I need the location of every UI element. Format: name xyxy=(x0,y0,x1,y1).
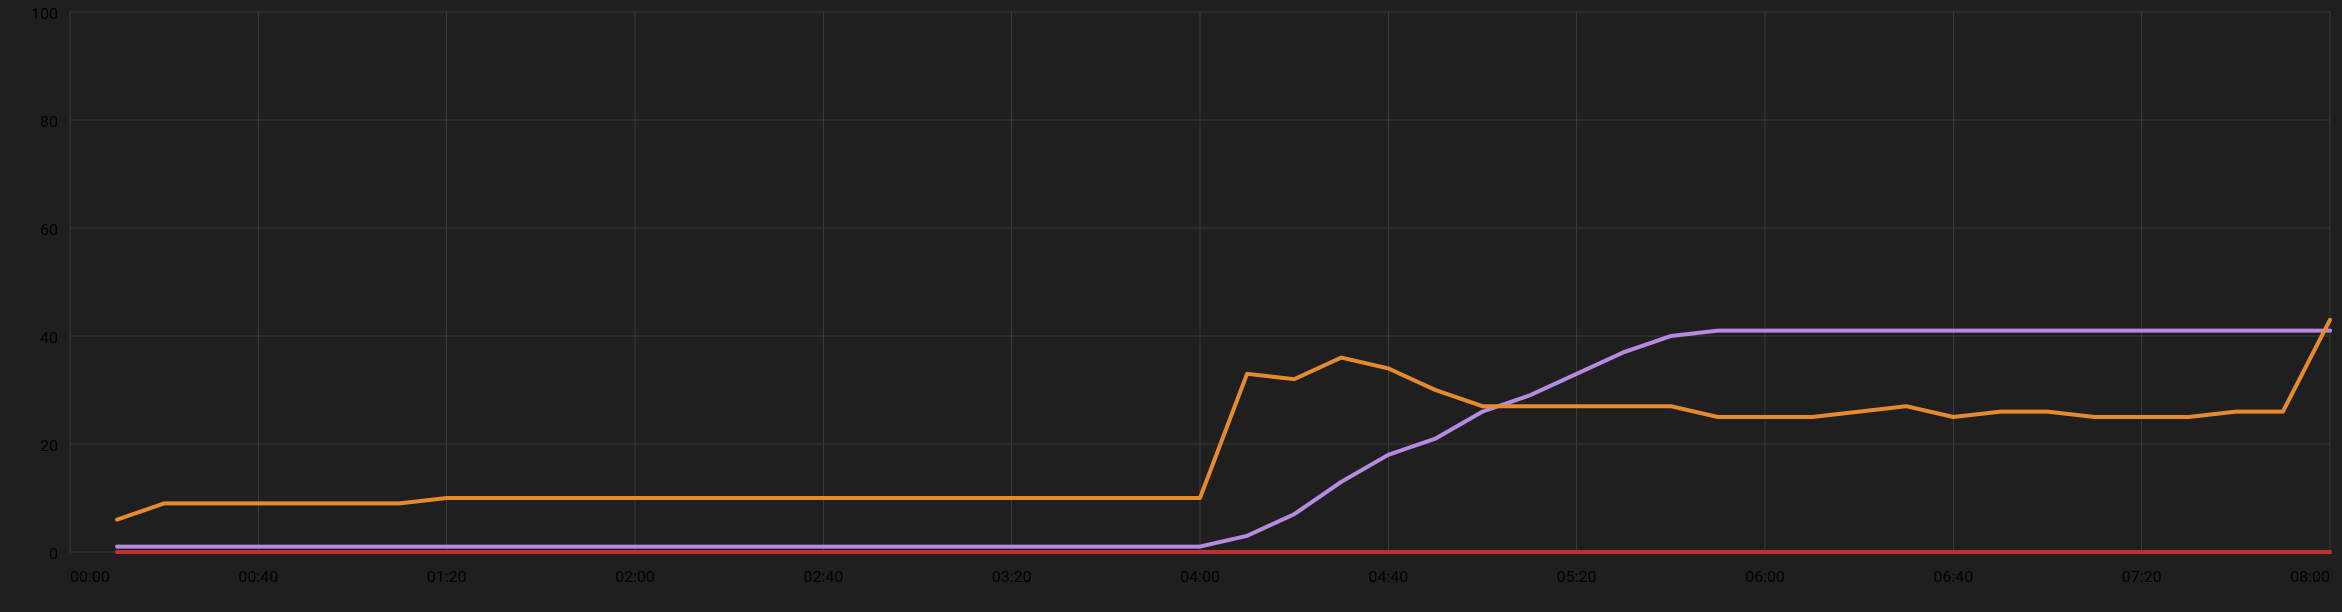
x-tick-label: 04:40 xyxy=(1368,567,1408,586)
y-tick-label: 60 xyxy=(40,220,58,239)
y-axis: 0 20 40 60 80 100 xyxy=(31,4,58,563)
y-tick-label: 40 xyxy=(40,328,58,347)
series-orange xyxy=(117,320,2330,520)
grid xyxy=(70,12,2330,552)
x-tick-label: 02:00 xyxy=(615,567,655,586)
y-tick-label: 80 xyxy=(40,112,58,131)
x-tick-label: 06:40 xyxy=(1933,567,1973,586)
series-group xyxy=(117,320,2330,552)
x-tick-label: 00:40 xyxy=(238,567,278,586)
x-tick-label: 07:20 xyxy=(2122,567,2162,586)
x-tick-label: 03:20 xyxy=(992,567,1032,586)
y-tick-label: 0 xyxy=(49,544,58,563)
x-tick-label: 02:40 xyxy=(803,567,843,586)
line-chart: 0 20 40 60 80 100 00:00 00:40 01:20 02:00 02:40 03… xyxy=(0,0,2342,612)
y-tick-label: 100 xyxy=(31,4,58,23)
x-tick-label: 01:20 xyxy=(427,567,467,586)
x-tick-label: 08:00 xyxy=(2290,567,2330,586)
x-tick-label: 06:00 xyxy=(1745,567,1785,586)
x-tick-label: 05:20 xyxy=(1557,567,1597,586)
y-tick-label: 20 xyxy=(40,436,58,455)
x-tick-label: 04:00 xyxy=(1180,567,1220,586)
chart-container: 0 20 40 60 80 100 00:00 00:40 01:20 02:00 02:40 03… xyxy=(0,0,2342,612)
x-tick-label: 00:00 xyxy=(70,567,110,586)
x-axis: 00:00 00:40 01:20 02:00 02:40 03:20 04:00 04:40… xyxy=(70,567,2330,586)
